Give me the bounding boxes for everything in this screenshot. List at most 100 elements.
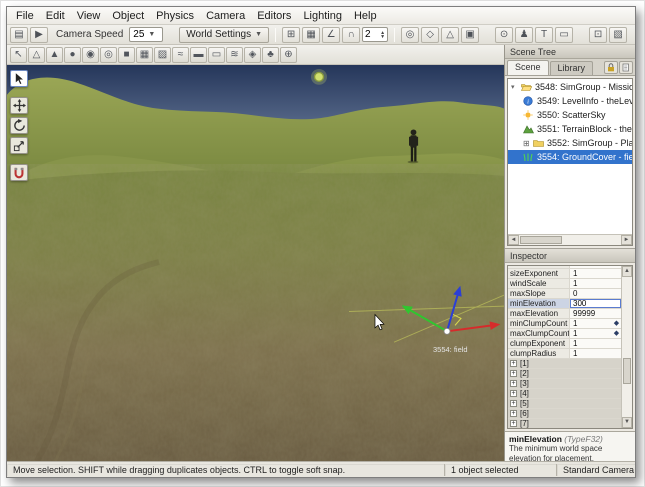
- inspector-row-minElevation[interactable]: minElevation: [508, 299, 621, 309]
- expand-icon[interactable]: +: [510, 360, 517, 367]
- editor-menu-icon[interactable]: ▤: [10, 26, 28, 43]
- expand-icon[interactable]: ⊞: [523, 139, 530, 148]
- flatten-tool-icon[interactable]: ▬: [190, 46, 207, 63]
- object-snap-icon[interactable]: ◇: [421, 26, 440, 43]
- scroll-trough[interactable]: [519, 235, 621, 245]
- scroll-left-icon[interactable]: ◄: [508, 235, 519, 245]
- grid-tool-icon[interactable]: ▦: [136, 46, 153, 63]
- inspector-row-windScale[interactable]: windScale 1: [508, 279, 621, 289]
- expand-icon[interactable]: +: [510, 390, 517, 397]
- scroll-trough[interactable]: [622, 277, 632, 417]
- forest-tool-icon[interactable]: ♣: [262, 46, 279, 63]
- expand-icon[interactable]: +: [510, 410, 517, 417]
- scroll-thumb[interactable]: [623, 358, 631, 385]
- soft-brush-icon[interactable]: ◉: [82, 46, 99, 63]
- camera-speed-select[interactable]: 25 ▼: [129, 27, 164, 42]
- raise-tool-icon[interactable]: ▲: [46, 46, 63, 63]
- property-value[interactable]: 1: [570, 269, 621, 278]
- minElevation-input[interactable]: [570, 299, 621, 308]
- inspector-row-sizeExponent[interactable]: sizeExponent 1: [508, 269, 621, 279]
- scroll-up-icon[interactable]: ▲: [622, 266, 632, 277]
- grid-snap-icon[interactable]: ▦: [302, 26, 321, 43]
- erase-tool-icon[interactable]: ▭: [208, 46, 225, 63]
- inspector-row-clumpExponent[interactable]: clumpExponent 1: [508, 339, 621, 349]
- inspector-array-row-2[interactable]: + [2]: [508, 369, 621, 379]
- tab-library[interactable]: Library: [549, 61, 594, 75]
- water-tool-icon[interactable]: ≋: [226, 46, 243, 63]
- inspector-array-row-5[interactable]: + [5]: [508, 399, 621, 409]
- property-value[interactable]: 1: [570, 329, 612, 338]
- bounds-icon[interactable]: ▣: [461, 26, 480, 43]
- hard-brush-icon[interactable]: ◎: [100, 46, 117, 63]
- axis-lock-icon[interactable]: ⊞: [282, 26, 301, 43]
- expand-icon[interactable]: +: [510, 370, 517, 377]
- fullscreen-icon[interactable]: ⊡: [589, 26, 608, 43]
- smooth-tool-icon[interactable]: ≈: [172, 46, 189, 63]
- menu-view[interactable]: View: [71, 9, 107, 23]
- inspector-array-row-1[interactable]: + [1]: [508, 359, 621, 369]
- tree-item-levelinfo[interactable]: i 3549: LevelInfo - theLevelInfo: [508, 94, 632, 108]
- magnet-snap-icon[interactable]: ∩: [342, 26, 361, 43]
- tree-item-missiongroup[interactable]: ▾ 3548: SimGroup - MissionGroup: [508, 80, 632, 94]
- select-tool[interactable]: [10, 70, 28, 87]
- collapse-icon[interactable]: ▾: [511, 83, 518, 91]
- camera-drop-icon[interactable]: ⊙: [495, 26, 514, 43]
- expand-icon[interactable]: +: [510, 400, 517, 407]
- property-value[interactable]: 1: [570, 339, 621, 348]
- menu-help[interactable]: Help: [348, 9, 383, 23]
- text-tool-icon[interactable]: T: [535, 26, 554, 43]
- tree-item-scattersky[interactable]: 3550: ScatterSky: [508, 108, 632, 122]
- rotate-tool[interactable]: [10, 117, 28, 134]
- menu-lighting[interactable]: Lighting: [297, 9, 348, 23]
- tree-horizontal-scrollbar[interactable]: ◄ ►: [508, 234, 632, 245]
- menu-camera[interactable]: Camera: [200, 9, 251, 23]
- play-icon[interactable]: ▶: [30, 26, 48, 43]
- expand-icon[interactable]: +: [510, 380, 517, 387]
- material-tool-icon[interactable]: ◈: [244, 46, 261, 63]
- terrain-align-icon[interactable]: △: [441, 26, 460, 43]
- ruler-icon[interactable]: ▭: [555, 26, 574, 43]
- inspector-row-clumpRadius[interactable]: clumpRadius 1: [508, 349, 621, 359]
- terrain-tool-icon[interactable]: △: [28, 46, 45, 63]
- inspector-row-maxClumpCount[interactable]: maxClumpCount 1 ◆: [508, 329, 621, 339]
- property-value[interactable]: 99999: [570, 309, 621, 318]
- snapshot-icon[interactable]: ▧: [609, 26, 628, 43]
- visibility-button[interactable]: [619, 61, 633, 74]
- inspector-row-minClumpCount[interactable]: minClumpCount 1 ◆: [508, 319, 621, 329]
- property-value[interactable]: 1: [570, 279, 621, 288]
- sphere-brush-icon[interactable]: ●: [64, 46, 81, 63]
- inspector-array-row-7[interactable]: + [7]: [508, 419, 621, 428]
- sun-marker[interactable]: [311, 68, 327, 85]
- scroll-down-icon[interactable]: ▼: [622, 417, 632, 428]
- tab-scene[interactable]: Scene: [507, 60, 549, 75]
- angle-snap-icon[interactable]: ∠: [322, 26, 341, 43]
- gizmo-origin[interactable]: [443, 327, 451, 335]
- viewport-3d[interactable]: 3554: field: [7, 65, 504, 461]
- soft-snap-icon[interactable]: ◎: [401, 26, 420, 43]
- inspector-row-maxSlope[interactable]: maxSlope 0: [508, 289, 621, 299]
- inspector-array-row-6[interactable]: + [6]: [508, 409, 621, 419]
- menu-file[interactable]: File: [10, 9, 40, 23]
- paint-tool-icon[interactable]: ▨: [154, 46, 171, 63]
- inspector-vertical-scrollbar[interactable]: ▲ ▼: [621, 266, 632, 428]
- inspector-row-maxElevation[interactable]: maxElevation 99999: [508, 309, 621, 319]
- tree-item-playerdrop[interactable]: ⊞ 3552: SimGroup - PlayerDropP: [508, 136, 632, 150]
- snap-tool[interactable]: [10, 164, 28, 181]
- settings-tool-icon[interactable]: ⊕: [280, 46, 297, 63]
- inspector-array-row-3[interactable]: + [3]: [508, 379, 621, 389]
- lock-button[interactable]: [604, 61, 618, 74]
- scroll-thumb[interactable]: [520, 236, 562, 244]
- scale-tool[interactable]: [10, 137, 28, 154]
- value-stepper-icon[interactable]: ◆: [612, 329, 621, 338]
- property-value[interactable]: 1: [570, 319, 612, 328]
- expand-icon[interactable]: +: [510, 420, 517, 427]
- stepper-arrows-icon[interactable]: ▲ ▼: [380, 30, 385, 39]
- menu-object[interactable]: Object: [106, 9, 150, 23]
- world-settings-button[interactable]: World Settings ▼: [179, 26, 270, 43]
- value-stepper-icon[interactable]: ◆: [612, 319, 621, 328]
- scroll-right-icon[interactable]: ►: [621, 235, 632, 245]
- select-tool-icon[interactable]: ↖: [10, 46, 27, 63]
- menu-physics[interactable]: Physics: [150, 9, 200, 23]
- property-value[interactable]: 0: [570, 289, 621, 298]
- tree-item-terrainblock[interactable]: 3551: TerrainBlock - theTerrain: [508, 122, 632, 136]
